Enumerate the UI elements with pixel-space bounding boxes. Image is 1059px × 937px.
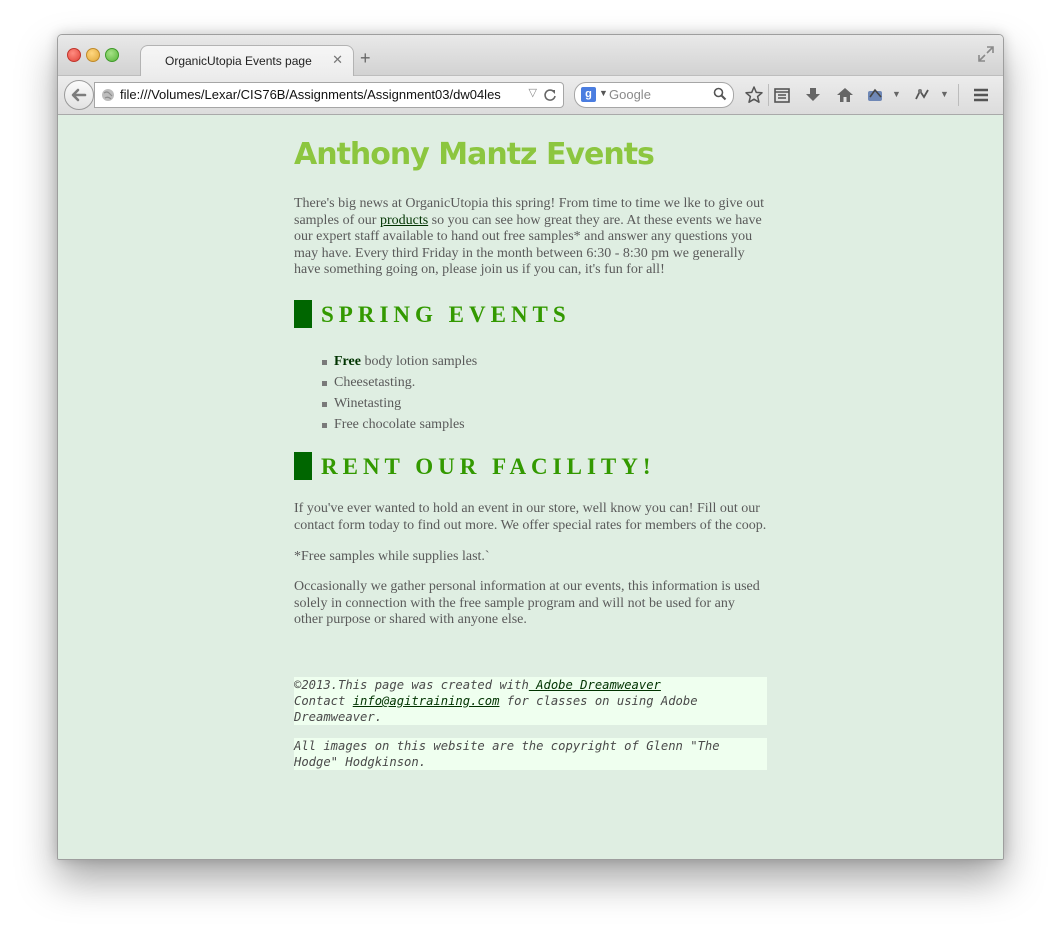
new-tab-button[interactable]: + [360,49,371,67]
browser-window: OrganicUtopia Events page ✕ + file:///Vo… [57,34,1004,860]
footer-created-line: ©2013.This page was created with Adobe D… [294,677,767,693]
footer-copyright: All images on this website are the copyr… [294,738,767,770]
search-bar[interactable]: g ▼ [574,82,734,108]
free-samples-note: *Free samples while supplies last.` [294,549,490,564]
menu-icon[interactable] [971,85,991,105]
navigation-toolbar: file:///Volumes/Lexar/CIS76B/Assignments… [58,76,1003,115]
rent-paragraph: If you've ever wanted to hold an event i… [294,501,774,534]
search-engine-dropdown-icon[interactable]: ▼ [599,88,608,98]
privacy-line: other purpose or shared with anyone else… [294,612,527,628]
footer-contact-suffix: for classes on using Adobe [499,694,698,708]
downloads-icon[interactable] [803,85,823,105]
copyright-line: All images on this website are the copyr… [294,739,720,753]
list-item: Cheesetasting. [321,372,477,393]
rent-line: contact form today to find out more. We … [294,517,767,533]
footer-contact-line: Contact info@agitraining.com for classes… [294,693,767,709]
window-close-button[interactable] [67,48,81,62]
home-icon[interactable] [835,85,855,105]
url-dropdown-icon[interactable]: ▽ [529,86,537,99]
rent-facility-heading-text: RENT OUR FACILITY! [321,454,656,479]
toolbar-separator [768,84,769,106]
copyright-line: Hodge" Hodgkinson. [294,755,427,769]
footer-created-text: ©2013.This page was created with [294,678,529,692]
back-icon [71,88,87,102]
products-link[interactable]: products [380,213,428,228]
event-text: Winetasting [334,396,402,411]
spring-events-heading-text: SPRING EVENTS [321,302,571,327]
privacy-paragraph: Occasionally we gather personal informat… [294,579,774,629]
heading-bar [294,452,312,480]
bookmark-star-icon[interactable] [744,85,764,105]
url-bar[interactable]: file:///Volumes/Lexar/CIS76B/Assignments… [94,82,564,108]
contact-email-link[interactable]: info@agitraining.com [353,694,500,708]
footer-credits: ©2013.This page was created with Adobe D… [294,677,767,725]
dreamweaver-link[interactable]: Adobe Dreamweaver [529,678,661,692]
addon2-icon[interactable] [912,85,932,105]
rent-line: If you've ever wanted to hold an event i… [294,501,760,516]
tab-close-icon[interactable]: ✕ [332,52,343,68]
tab-title: OrganicUtopia Events page [165,54,312,68]
addon-icon[interactable] [865,85,885,105]
page-viewport: Anthony Mantz Events There's big news at… [58,115,1003,859]
addon2-dropdown-icon[interactable]: ▼ [940,89,949,99]
globe-icon [102,89,114,101]
search-input[interactable] [609,85,709,103]
privacy-line: solely in connection with the free sampl… [294,595,735,611]
toolbar-separator [958,84,959,106]
window-zoom-button[interactable] [105,48,119,62]
event-text: Cheesetasting. [334,375,416,390]
privacy-line: Occasionally we gather personal informat… [294,579,760,594]
reload-icon[interactable] [543,88,557,102]
heading-bar [294,300,312,328]
window-minimize-button[interactable] [86,48,100,62]
page-title: Anthony Mantz Events [294,137,655,172]
search-engine-logo[interactable]: g [581,87,596,102]
bookmarks-menu-icon[interactable] [772,85,792,105]
event-text: body lotion samples [360,354,478,369]
event-strong: Free [334,354,361,369]
footer-contact-line2: Dreamweaver. [294,710,383,724]
events-list: Free body lotion samples Cheesetasting. … [321,351,478,435]
list-item: Winetasting [321,393,477,414]
intro-paragraph: There's big news at OrganicUtopia this s… [294,196,767,279]
url-text[interactable]: file:///Volumes/Lexar/CIS76B/Assignments… [120,87,520,102]
title-bar: OrganicUtopia Events page ✕ + [58,35,1003,77]
list-item: Free body lotion samples [321,351,478,372]
list-item: Free chocolate samples [321,414,477,435]
footer-contact-prefix: Contact [294,694,353,708]
event-text: Free chocolate samples [334,417,465,432]
back-button[interactable] [64,80,94,110]
fullscreen-icon[interactable] [977,45,995,63]
search-icon[interactable] [713,87,727,101]
addon-dropdown-icon[interactable]: ▼ [892,89,901,99]
browser-tab[interactable]: OrganicUtopia Events page ✕ [140,45,354,77]
